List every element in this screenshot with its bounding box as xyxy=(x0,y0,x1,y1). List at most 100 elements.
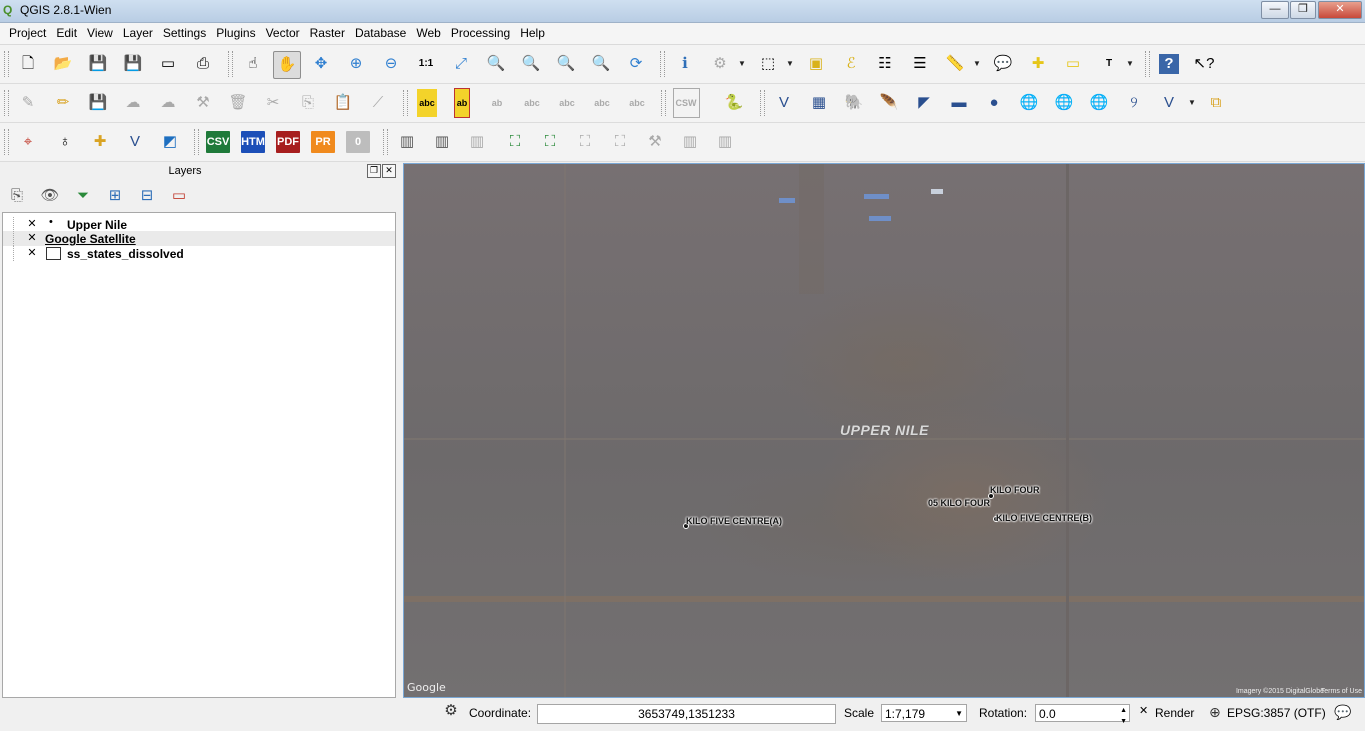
filter-legend-icon[interactable]: ⏷ xyxy=(70,183,96,209)
python-console-icon[interactable]: 🐍 xyxy=(721,90,747,116)
vector-tool-3-icon[interactable]: ⛶ xyxy=(572,129,598,155)
menu-plugins[interactable]: Plugins xyxy=(211,23,260,44)
map-tips-icon[interactable]: 💬 xyxy=(990,51,1016,77)
show-bookmarks-icon[interactable]: ▭ xyxy=(1060,51,1086,77)
add-oracle-layer-icon[interactable]: ● xyxy=(981,90,1007,116)
toolbar-grip[interactable] xyxy=(760,90,765,116)
toolbar-grip[interactable] xyxy=(4,129,9,155)
new-project-icon[interactable]: 🗋 xyxy=(15,51,41,77)
zoom-in-icon[interactable]: ⊕ xyxy=(343,51,369,77)
toggle-extents-icon[interactable]: ⚙ xyxy=(440,700,462,722)
move-label-icon[interactable]: abc xyxy=(554,90,580,116)
close-button[interactable]: ✕ xyxy=(1318,1,1362,19)
add-delimited-text-icon[interactable]: ୨ xyxy=(1121,90,1147,116)
toolbar-grip[interactable] xyxy=(228,51,233,77)
vector-tool-5-icon[interactable]: ⚒ xyxy=(642,129,668,155)
field-calculator-icon[interactable]: ℰ xyxy=(838,51,864,77)
expand-tree-icon[interactable]: ⊞ xyxy=(102,183,128,209)
chevron-down-icon[interactable]: ▼ xyxy=(1126,59,1134,68)
menu-help[interactable]: Help xyxy=(515,23,550,44)
toolbar-grip[interactable] xyxy=(661,90,666,116)
select-features-icon[interactable]: ⬚ xyxy=(755,51,781,77)
coordinate-field[interactable]: 3653749,1351233 xyxy=(537,704,836,724)
composer-manager-icon[interactable]: ⎙ xyxy=(190,51,216,77)
menu-vector[interactable]: Vector xyxy=(261,23,305,44)
zoom-actual-size-icon[interactable]: 1:1 xyxy=(413,51,439,77)
vector-tool-7-icon[interactable]: ▥ xyxy=(712,129,738,155)
zoom-last-icon[interactable]: 🔍 xyxy=(553,51,579,77)
layer-row-ss-states-dissolved[interactable]: ✕ ss_states_dissolved xyxy=(3,246,395,261)
maximize-button[interactable]: ❐ xyxy=(1290,1,1316,19)
new-bookmark-icon[interactable]: ✚ xyxy=(1025,51,1051,77)
pin-labels-icon[interactable]: ab xyxy=(484,90,510,116)
menu-web[interactable]: Web xyxy=(411,23,445,44)
move-feature-icon[interactable]: ☁ xyxy=(155,90,181,116)
crs-status[interactable]: EPSG:3857 (OTF) xyxy=(1227,706,1326,720)
minimize-button[interactable]: — xyxy=(1261,1,1289,19)
vector-tool-6-icon[interactable]: ▥ xyxy=(677,129,703,155)
export-pdf-button[interactable]: PDF xyxy=(275,129,301,155)
toolbar-grip[interactable] xyxy=(403,90,408,116)
topology-checker-icon[interactable]: V xyxy=(122,129,148,155)
layer-labeling-icon[interactable]: abc xyxy=(414,89,440,117)
layer-checkbox[interactable]: ✕ xyxy=(27,248,37,259)
toolbar-grip[interactable] xyxy=(383,129,388,155)
new-print-composer-icon[interactable]: ▭ xyxy=(155,51,181,77)
pan-map-icon[interactable]: ✋ xyxy=(273,51,301,79)
map-canvas[interactable]: UPPER NILE KILO FOUR 05 KILO FOUR KILO F… xyxy=(403,163,1365,698)
zero-count-button[interactable]: 0 xyxy=(345,129,371,155)
vector-tool-4-icon[interactable]: ⛶ xyxy=(607,129,633,155)
zoom-to-selection-icon[interactable]: 🔍 xyxy=(483,51,509,77)
toolbar-grip[interactable] xyxy=(4,51,9,77)
menu-settings[interactable]: Settings xyxy=(158,23,211,44)
render-checkbox[interactable]: ✕ xyxy=(1139,706,1150,717)
save-as-icon[interactable]: 💾 xyxy=(120,51,146,77)
add-feature-icon[interactable]: ☁ xyxy=(120,90,146,116)
change-label-icon[interactable]: abc xyxy=(624,90,650,116)
chevron-down-icon[interactable]: ▼ xyxy=(973,59,981,68)
terms-of-use-link[interactable]: Terms of Use xyxy=(1321,688,1362,695)
chevron-down-icon[interactable]: ▼ xyxy=(786,59,794,68)
layer-row-google-satellite[interactable]: ✕ Google Satellite xyxy=(3,231,395,246)
text-annotation-icon[interactable]: T xyxy=(1096,51,1122,77)
attribute-table-icon[interactable]: ☷ xyxy=(872,51,898,77)
vector-tool-2-icon[interactable]: ⛶ xyxy=(537,129,563,155)
menu-view[interactable]: View xyxy=(82,23,118,44)
run-feature-action-icon[interactable]: ⚙ xyxy=(707,51,733,77)
pan-to-selection-icon[interactable]: ✥ xyxy=(308,51,334,77)
coordinate-capture-icon[interactable]: ⌖ xyxy=(15,129,41,155)
node-tool-icon[interactable]: ⚒ xyxy=(190,90,216,116)
chevron-down-icon[interactable]: ▼ xyxy=(738,59,746,68)
add-spatialite-layer-icon[interactable]: 🪶 xyxy=(876,90,902,116)
save-project-icon[interactable]: 💾 xyxy=(85,51,111,77)
toolbar-grip[interactable] xyxy=(1145,51,1150,77)
raster-tool-2-icon[interactable]: ▥ xyxy=(429,129,455,155)
toggle-editing-icon[interactable]: ✏ xyxy=(50,90,76,116)
add-db2-layer-icon[interactable]: ▬ xyxy=(946,90,972,116)
current-edits-icon[interactable]: ✎ xyxy=(15,90,41,116)
gps-tools-icon[interactable]: ♁ xyxy=(52,129,78,155)
toolbar-grip[interactable] xyxy=(194,129,199,155)
chevron-down-icon[interactable]: ▼ xyxy=(955,705,963,723)
menu-layer[interactable]: Layer xyxy=(118,23,158,44)
zoom-full-icon[interactable]: ⤢ xyxy=(448,51,474,77)
export-csv-button[interactable]: CSV xyxy=(205,129,231,155)
georeferencer-icon[interactable]: ✚ xyxy=(87,129,113,155)
messages-icon[interactable]: 💬 xyxy=(1334,704,1351,721)
menu-project[interactable]: Project xyxy=(0,23,51,44)
rotation-spinbox[interactable]: 0.0 ▲ ▼ xyxy=(1035,704,1130,725)
add-mssql-layer-icon[interactable]: ◤ xyxy=(911,90,937,116)
layer-row-upper-nile[interactable]: ✕ • Upper Nile xyxy=(3,216,395,232)
add-wms-layer-icon[interactable]: 🌐 xyxy=(1016,90,1042,116)
menu-raster[interactable]: Raster xyxy=(305,23,350,44)
show-hide-labels-icon[interactable]: abc xyxy=(519,90,545,116)
new-spatialite-layer-icon[interactable]: V xyxy=(1156,90,1182,116)
heatmap-icon[interactable]: ◩ xyxy=(157,129,183,155)
cut-features-icon[interactable]: ✂ xyxy=(260,90,286,116)
deselect-features-icon[interactable]: ▣ xyxy=(803,51,829,77)
remove-layer-icon[interactable]: ▭ xyxy=(166,183,192,209)
save-layer-edits-icon[interactable]: 💾 xyxy=(85,90,111,116)
toolbar-grip[interactable] xyxy=(4,90,9,116)
collapse-tree-icon[interactable]: ⊟ xyxy=(134,183,160,209)
refresh-icon[interactable]: ⟳ xyxy=(623,51,649,77)
